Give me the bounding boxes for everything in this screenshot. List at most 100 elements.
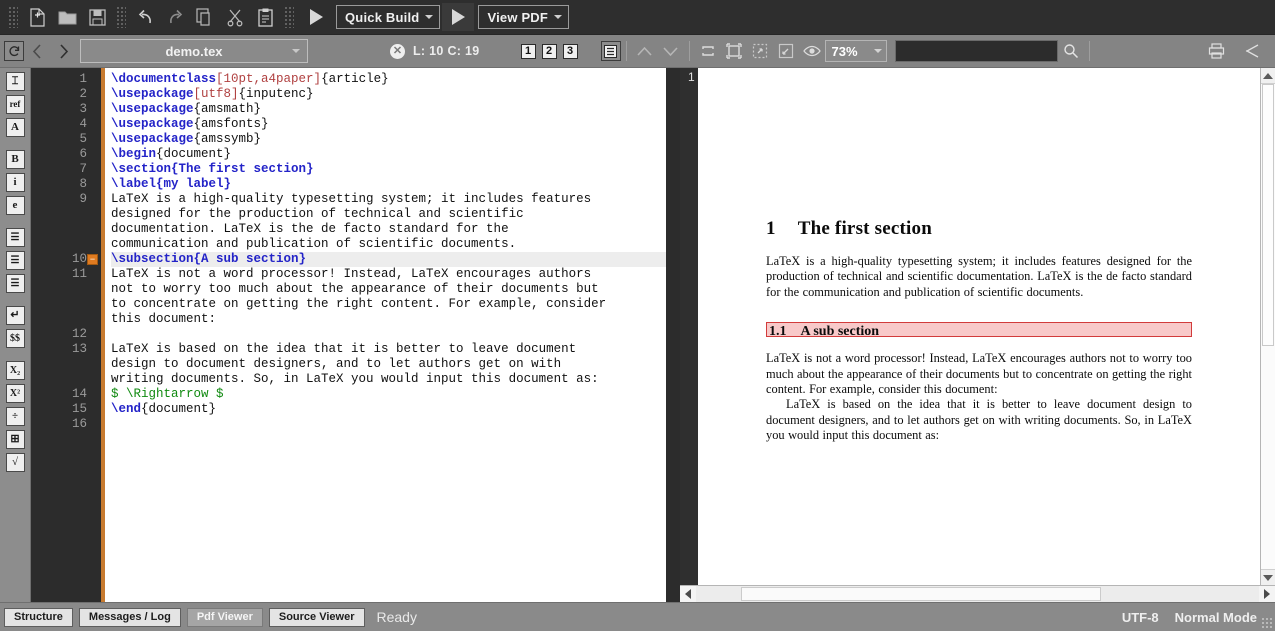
code-token: [utf8] [193, 87, 239, 101]
pdf-subsection-highlight[interactable]: 1.1 A sub section [766, 322, 1192, 338]
align-right-icon[interactable]: ☰ [5, 274, 25, 293]
code-line[interactable]: $ \Rightarrow $ [111, 387, 666, 402]
code-line[interactable]: LaTeX is not a word processor! Instead, … [111, 267, 666, 282]
prev-page-icon[interactable] [632, 39, 658, 63]
superscript-icon[interactable]: X² [5, 384, 25, 403]
insert-block-icon[interactable]: ⌶ [5, 72, 25, 91]
pdf-page[interactable]: 1 The first section LaTeX is a high-quali… [698, 68, 1260, 585]
line-number [31, 297, 101, 312]
emphasis-icon[interactable]: e [5, 196, 25, 215]
clear-errors-icon[interactable]: ✕ [390, 43, 405, 59]
nav-forward-button[interactable] [50, 39, 76, 63]
source-viewer-button[interactable]: Source Viewer [268, 607, 365, 627]
code-line[interactable] [111, 417, 666, 432]
matrix-icon[interactable]: ⊞ [5, 430, 25, 449]
align-center-icon[interactable]: ☰ [5, 251, 25, 270]
math-inline-icon[interactable]: $$ [5, 329, 25, 348]
code-line[interactable]: design to document designers, and to let… [111, 357, 666, 372]
print-icon[interactable] [1203, 39, 1229, 63]
code-line[interactable]: designed for the production of technical… [111, 207, 666, 222]
code-line[interactable]: LaTeX is based on the idea that it is be… [111, 342, 666, 357]
save-file-icon[interactable] [82, 3, 112, 31]
code-line[interactable]: \begin{document} [111, 147, 666, 162]
code-line[interactable]: \label{my label} [111, 177, 666, 192]
resize-grip[interactable] [1261, 617, 1273, 629]
newline-icon[interactable]: ↵ [5, 306, 25, 325]
fit-width-icon[interactable] [695, 39, 721, 63]
run-build-button[interactable] [300, 3, 332, 31]
messages-log-button[interactable]: Messages / Log [78, 607, 181, 627]
zoom-select-icon[interactable] [747, 39, 773, 63]
code-line[interactable] [111, 327, 666, 342]
pdf-hscroll-thumb[interactable] [741, 587, 1102, 601]
code-line[interactable]: \subsection{A sub section} [111, 252, 666, 267]
pdf-viewport[interactable]: 1 The first section LaTeX is a high-quali… [680, 68, 1260, 585]
scroll-left-arrow-icon[interactable] [680, 586, 696, 602]
italic-icon[interactable]: i [5, 173, 25, 192]
toolbar-grip-2[interactable] [116, 6, 126, 28]
view-profile-select[interactable]: View PDF [478, 5, 570, 29]
open-file-select[interactable]: demo.tex [80, 39, 308, 63]
toolbar-grip[interactable] [8, 6, 18, 28]
subscript-icon[interactable]: X₂ [5, 361, 25, 380]
scroll-right-arrow-icon[interactable] [1259, 586, 1275, 602]
code-line[interactable]: not to worry too much about the appearan… [111, 282, 666, 297]
pdf-viewer-button[interactable]: Pdf Viewer [186, 607, 263, 627]
view-mode-1[interactable]: 1 [520, 43, 536, 59]
pdf-search-input[interactable] [894, 40, 1058, 62]
scroll-down-arrow-icon[interactable] [1261, 569, 1275, 585]
detach-icon[interactable] [1239, 39, 1265, 63]
code-line[interactable]: \section{The first section} [111, 162, 666, 177]
code-line[interactable]: \end{document} [111, 402, 666, 417]
code-line[interactable]: communication and publication of scienti… [111, 237, 666, 252]
code-line[interactable]: \usepackage[utf8]{inputenc} [111, 87, 666, 102]
nav-back-button[interactable] [24, 39, 50, 63]
zoom-shrink-icon[interactable] [773, 39, 799, 63]
structure-button[interactable]: Structure [4, 607, 73, 627]
next-page-icon[interactable] [658, 39, 684, 63]
paste-icon[interactable] [250, 3, 280, 31]
sqrt-icon[interactable]: √ [5, 453, 25, 472]
eye-icon[interactable] [799, 39, 825, 63]
code-line[interactable]: to concentrate on getting the right cont… [111, 297, 666, 312]
view-mode-2[interactable]: 2 [541, 43, 557, 59]
undo-icon[interactable] [130, 3, 160, 31]
zoom-level-select[interactable]: 73% [824, 40, 887, 62]
toolbar-grip-3[interactable] [284, 6, 294, 28]
pdf-hscroll-track[interactable] [696, 586, 1259, 602]
reload-icon[interactable] [4, 41, 24, 61]
code-line[interactable]: \documentclass[10pt,a4paper]{article} [111, 72, 666, 87]
code-line[interactable]: writing documents. So, in LaTeX you woul… [111, 372, 666, 387]
fit-page-icon[interactable] [721, 39, 747, 63]
run-view-button[interactable] [442, 3, 475, 31]
pdf-vscroll-track[interactable] [1261, 84, 1275, 569]
code-line[interactable]: this document: [111, 312, 666, 327]
new-file-icon[interactable] [22, 3, 52, 31]
editor-vertical-scrollbar[interactable] [666, 68, 680, 602]
fraction-icon[interactable]: ÷ [5, 407, 25, 426]
scroll-up-arrow-icon[interactable] [1261, 68, 1275, 84]
code-line[interactable]: \usepackage{amsfonts} [111, 117, 666, 132]
search-icon[interactable] [1058, 39, 1084, 63]
code-line[interactable]: \usepackage{amssymb} [111, 132, 666, 147]
fold-marker[interactable]: − [87, 254, 98, 265]
editor-panel[interactable]: 1 2 3 4 5 6 7 8 9 10−11 12 13 14 15 16 \documentclass[… [30, 68, 680, 602]
pdf-horizontal-scrollbar[interactable] [680, 585, 1275, 602]
editor-code-area[interactable]: \documentclass[10pt,a4paper]{article} \us… [105, 68, 666, 602]
align-left-icon[interactable]: ☰ [5, 228, 25, 247]
bold-icon[interactable]: B [5, 150, 25, 169]
pdf-vertical-scrollbar[interactable] [1260, 68, 1275, 585]
view-mode-3[interactable]: 3 [562, 43, 578, 59]
cut-icon[interactable] [220, 3, 250, 31]
code-line[interactable]: LaTeX is a high-quality typesetting syst… [111, 192, 666, 207]
pdf-vscroll-thumb[interactable] [1262, 84, 1274, 346]
code-line[interactable]: \usepackage{amsmath} [111, 102, 666, 117]
copy-icon[interactable] [190, 3, 220, 31]
open-file-icon[interactable] [52, 3, 82, 31]
redo-icon[interactable] [160, 3, 190, 31]
code-line[interactable]: documentation. LaTeX is the de facto sta… [111, 222, 666, 237]
reference-icon[interactable]: ref [5, 95, 25, 114]
font-size-icon[interactable]: A [5, 118, 25, 137]
build-profile-select[interactable]: Quick Build [336, 5, 441, 29]
toc-icon[interactable] [600, 41, 621, 61]
